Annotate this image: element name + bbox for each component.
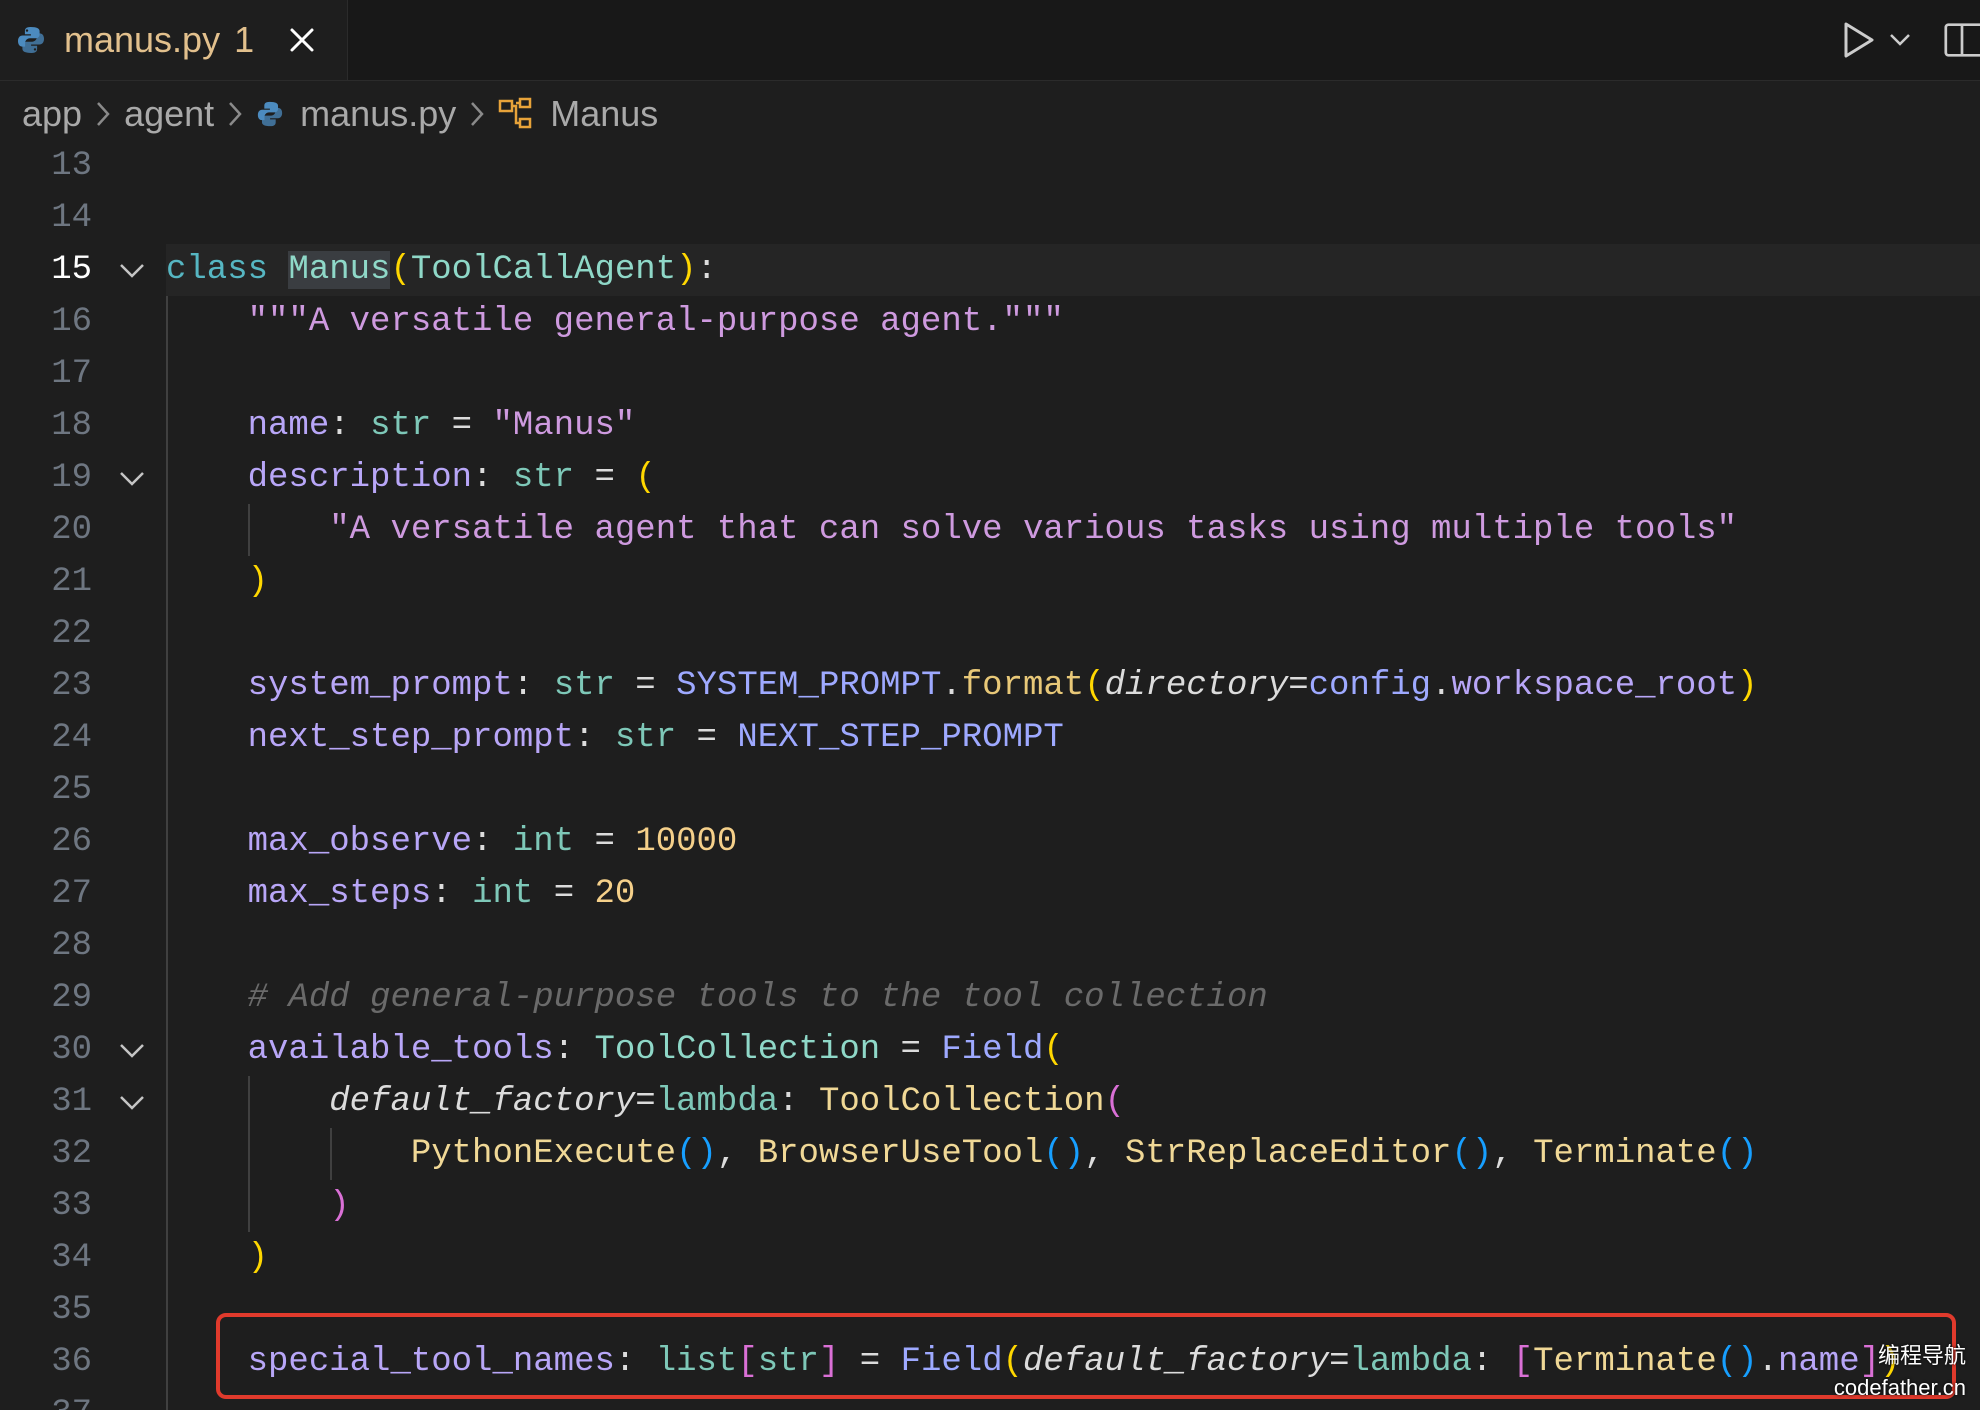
- code-line: 25: [0, 764, 1980, 816]
- code-line: 13: [0, 140, 1980, 192]
- breadcrumb-item-app[interactable]: app: [22, 93, 82, 135]
- code-line: 24 next_step_prompt: str = NEXT_STEP_PRO…: [0, 712, 1980, 764]
- editor-tab-bar: manus.py 1: [0, 0, 1980, 81]
- code-line: 27 max_steps: int = 20: [0, 868, 1980, 920]
- line-number: 30: [51, 1031, 92, 1069]
- class-symbol-icon: [498, 97, 534, 131]
- watermark: 编程导航 codefather.cn: [1834, 1340, 1966, 1404]
- chevron-right-icon: [228, 101, 242, 127]
- watermark-line1: 编程导航: [1877, 1343, 1966, 1368]
- code-line: 29 # Add general-purpose tools to the to…: [0, 972, 1980, 1024]
- code-text: max_steps: int = 20: [247, 875, 636, 913]
- line-number: 20: [51, 511, 92, 549]
- line-number: 25: [51, 771, 92, 809]
- code-text: ): [247, 1239, 269, 1277]
- line-number: 31: [51, 1083, 92, 1121]
- line-number: 34: [51, 1239, 92, 1277]
- code-text: """A versatile general-purpose agent.""": [247, 303, 1064, 341]
- code-text: name: str = "Manus": [247, 407, 636, 445]
- code-comment: # Add general-purpose tools to the tool …: [247, 979, 1268, 1017]
- code-line: 17: [0, 348, 1980, 400]
- line-number: 22: [51, 615, 92, 653]
- line-number: 37: [0, 1388, 92, 1410]
- code-line: 32 PythonExecute(), BrowserUseTool(), St…: [0, 1128, 1980, 1180]
- code-text: ): [247, 563, 269, 601]
- line-number: 21: [51, 563, 92, 601]
- split-editor-icon[interactable]: [1944, 12, 1980, 68]
- line-number: 28: [51, 927, 92, 965]
- chevron-right-icon: [470, 101, 484, 127]
- line-number: 19: [51, 459, 92, 497]
- python-icon: [16, 25, 46, 55]
- code-line: 33 ): [0, 1180, 1980, 1232]
- code-line: 18 name: str = "Manus": [0, 400, 1980, 452]
- line-number: 17: [51, 355, 92, 393]
- code-line: 22: [0, 608, 1980, 660]
- code-line: 28: [0, 920, 1980, 972]
- line-number: 16: [51, 303, 92, 341]
- breadcrumb-item-file[interactable]: manus.py: [300, 93, 456, 135]
- code-text: max_observe: int = 10000: [247, 823, 738, 861]
- code-text: PythonExecute(), BrowserUseTool(), StrRe…: [410, 1135, 1758, 1173]
- line-number: 29: [51, 979, 92, 1017]
- code-text: next_step_prompt: str = NEXT_STEP_PROMPT: [247, 719, 1064, 757]
- code-text: default_factory=lambda: ToolCollection(: [329, 1083, 1125, 1121]
- line-number: 33: [51, 1187, 92, 1225]
- code-editor[interactable]: 13 14 15 class Manus(ToolCallAgent): 16 …: [0, 140, 1980, 1410]
- code-text: ): [329, 1187, 350, 1225]
- close-icon[interactable]: [282, 20, 322, 60]
- line-number: 13: [51, 147, 92, 185]
- code-line: 21 ): [0, 556, 1980, 608]
- line-number: 15: [51, 251, 92, 289]
- line-number: 32: [51, 1135, 92, 1173]
- watermark-line2: codefather.cn: [1833, 1375, 1966, 1400]
- code-line-current: 15 class Manus(ToolCallAgent):: [0, 244, 1980, 296]
- code-text: available_tools: ToolCollection = Field(: [247, 1031, 1064, 1069]
- code-line: 20 "A versatile agent that can solve var…: [0, 504, 1980, 556]
- code-line: 30 available_tools: ToolCollection = Fie…: [0, 1024, 1980, 1076]
- line-number: 36: [51, 1343, 92, 1381]
- highlight-annotation-box: [216, 1313, 1956, 1399]
- code-line: 14: [0, 192, 1980, 244]
- tab-manus-py[interactable]: manus.py 1: [0, 0, 348, 80]
- breadcrumb-item-class[interactable]: Manus: [550, 93, 658, 135]
- line-number: 23: [51, 667, 92, 705]
- code-line: 34 ): [0, 1232, 1980, 1284]
- chevron-right-icon: [96, 101, 110, 127]
- fold-chevron-icon[interactable]: [118, 465, 146, 491]
- fold-chevron-icon[interactable]: [118, 257, 146, 283]
- code-text: class Manus(ToolCallAgent):: [166, 251, 717, 289]
- line-number: 18: [51, 407, 92, 445]
- line-number: 35: [51, 1291, 92, 1329]
- line-number: 26: [51, 823, 92, 861]
- line-number: 14: [51, 199, 92, 237]
- line-number: 24: [51, 719, 92, 757]
- breadcrumb-item-agent[interactable]: agent: [124, 93, 214, 135]
- code-text: description: str = (: [247, 459, 656, 497]
- code-text: "A versatile agent that can solve variou…: [329, 511, 1738, 549]
- breadcrumb: app agent manus.py Manus: [0, 80, 1980, 148]
- play-icon[interactable]: [1830, 12, 1886, 68]
- code-line: 26 max_observe: int = 10000: [0, 816, 1980, 868]
- code-line: 23 system_prompt: str = SYSTEM_PROMPT.fo…: [0, 660, 1980, 712]
- code-line: 19 description: str = (: [0, 452, 1980, 504]
- problem-count-badge: 1: [234, 19, 255, 60]
- python-icon: [256, 100, 284, 128]
- code-text: system_prompt: str = SYSTEM_PROMPT.forma…: [247, 667, 1758, 705]
- code-line: 16 """A versatile general-purpose agent.…: [0, 296, 1980, 348]
- fold-chevron-icon[interactable]: [118, 1037, 146, 1063]
- chevron-down-icon[interactable]: [1884, 18, 1916, 62]
- line-number: 27: [51, 875, 92, 913]
- tab-filename: manus.py: [64, 19, 221, 60]
- fold-chevron-icon[interactable]: [118, 1089, 146, 1115]
- code-line: 31 default_factory=lambda: ToolCollectio…: [0, 1076, 1980, 1128]
